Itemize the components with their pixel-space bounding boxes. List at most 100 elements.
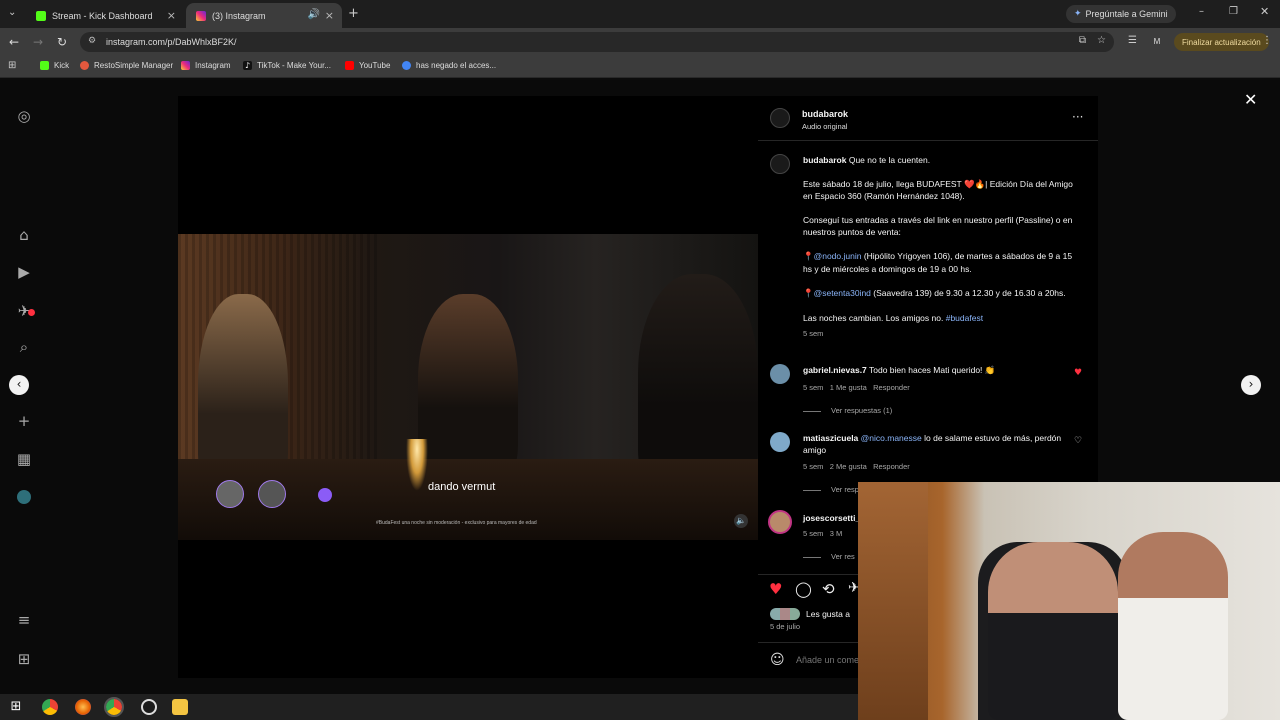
likes-summary[interactable]: Les gusta a [806, 608, 850, 620]
video-disclaimer: #BudaFest una noche sin moderación - exc… [376, 520, 537, 526]
comment-1: gabriel.nievas.7 Todo bien haces Mati qu… [803, 364, 1063, 376]
like-heart-icon[interactable]: ♥ [769, 580, 782, 598]
gemini-button[interactable]: ✦ Pregúntale a Gemini [1066, 5, 1176, 23]
comment-likes[interactable]: 2 Me gusta [830, 462, 867, 471]
bookmark-kick[interactable]: Kick [40, 61, 69, 70]
firefox-icon[interactable] [75, 699, 91, 715]
comment-avatar[interactable] [770, 364, 790, 384]
comment-text: Todo bien haces Mati querido! 👏 [869, 365, 996, 375]
obs-icon[interactable] [141, 699, 157, 715]
next-post-button[interactable]: › [1241, 375, 1261, 395]
view-replies-1[interactable]: Ver respuestas (1) [803, 406, 892, 415]
close-modal-icon[interactable]: ✕ [1244, 90, 1257, 109]
close-tab-icon[interactable]: × [325, 9, 334, 22]
install-app-icon[interactable]: ⧉ [1079, 35, 1086, 46]
windows-icon[interactable]: ⊞ [8, 699, 24, 715]
pin-icon: 📍 [803, 252, 814, 262]
view-replies-3[interactable]: Ver res [803, 552, 855, 561]
restore-icon[interactable]: ❐ [1229, 6, 1238, 17]
menu-icon[interactable]: ⋮ [1262, 35, 1272, 46]
chrome-profile-icon[interactable] [104, 697, 124, 717]
forward-icon[interactable]: → [33, 35, 43, 49]
dashboard-icon[interactable]: ▦ [15, 450, 33, 468]
caption-paragraph-2: Conseguí tus entradas a través del link … [803, 215, 1073, 237]
comment-like-icon[interactable]: ♥ [1074, 368, 1082, 378]
caption-closing: Las noches cambian. Los amigos no. [803, 313, 944, 323]
comment-mention[interactable]: @nico.manesse [861, 433, 922, 443]
create-icon[interactable]: + [15, 412, 33, 430]
emoji-icon[interactable]: ☺ [770, 652, 785, 668]
likers-avatars[interactable] [770, 608, 800, 620]
bookmarks-bar: ⊞ Kick RestoSimple Manager Instagram ♪ Ti… [0, 56, 1280, 78]
view-replies-label: Ver res [831, 552, 855, 561]
tab-instagram[interactable]: (3) Instagram 🔊 × [186, 3, 342, 28]
reply-button[interactable]: Responder [873, 383, 910, 392]
meta-apps-icon[interactable]: ⊞ [15, 650, 33, 668]
tab-kick-dashboard[interactable]: Stream - Kick Dashboard × [26, 3, 184, 28]
caption-paragraph-1: Este sábado 18 de julio, llega BUDAFEST … [803, 179, 1073, 201]
comment-icon[interactable]: ◯ [795, 580, 812, 598]
mention-nodo[interactable]: @nodo.junin [814, 251, 862, 261]
gemini-icon: ✦ [1074, 9, 1082, 19]
address-bar[interactable]: ⚙ instagram.com/p/DabWhlxBF2K/ ⧉ ☆ [80, 32, 1114, 52]
youtube-icon [345, 61, 354, 70]
folder-icon[interactable] [172, 699, 188, 715]
comment-like-icon[interactable]: ♡ [1074, 436, 1082, 446]
search-icon[interactable]: ⌕ [15, 338, 33, 356]
bookmark-star-icon[interactable]: ☆ [1097, 35, 1106, 46]
more-menu-icon[interactable]: ≡ [15, 611, 33, 629]
reload-icon[interactable]: ↻ [57, 35, 67, 49]
more-options-icon[interactable]: ··· [1072, 110, 1083, 124]
chrome-icon[interactable] [42, 699, 58, 715]
update-button[interactable]: Finalizar actualización [1174, 33, 1269, 51]
new-tab-icon[interactable]: + [348, 6, 359, 21]
hashtag-link[interactable]: #budafest [946, 313, 983, 323]
bookmark-tiktok[interactable]: ♪ TikTok - Make Your... [243, 61, 331, 70]
comment-username[interactable]: matiaszicuela [803, 433, 858, 443]
author-username[interactable]: budabarok [802, 109, 848, 119]
minimize-icon[interactable]: – [1199, 6, 1204, 17]
comment-likes[interactable]: 1 Me gusta [830, 383, 867, 392]
bookmark-label: Instagram [195, 61, 231, 70]
instagram-icon [181, 61, 190, 70]
view-replies-2[interactable]: Ver resp [803, 485, 859, 494]
caption-username[interactable]: budabarok [803, 155, 846, 165]
comment-likes[interactable]: 3 M [830, 529, 843, 538]
close-tab-icon[interactable]: × [167, 9, 176, 22]
close-window-icon[interactable]: ✕ [1260, 5, 1269, 18]
mute-icon[interactable]: 🔈 [734, 514, 748, 528]
profile-avatar[interactable]: M [1150, 35, 1164, 49]
bookmark-google[interactable]: has negado el acces... [402, 61, 496, 70]
post-media[interactable]: dando vermut #BudaFest una noche sin mod… [178, 96, 758, 678]
comment-avatar[interactable] [768, 510, 792, 534]
bookmark-instagram[interactable]: Instagram [181, 61, 231, 70]
repost-icon[interactable]: ⟲ [822, 580, 835, 598]
home-icon[interactable]: ⌂ [15, 226, 33, 244]
audio-playing-icon[interactable]: 🔊 [308, 9, 320, 20]
author-avatar[interactable] [770, 108, 790, 128]
video-frame[interactable]: dando vermut #BudaFest una noche sin mod… [178, 234, 758, 540]
apps-grid-icon[interactable]: ⊞ [8, 60, 16, 71]
comment-username[interactable]: gabriel.nievas.7 [803, 365, 867, 375]
audio-label[interactable]: Audio original [802, 122, 847, 131]
reply-button[interactable]: Responder [873, 462, 910, 471]
reading-list-icon[interactable]: ☰ [1128, 35, 1137, 46]
previous-post-button[interactable]: ‹ [9, 375, 29, 395]
bookmark-youtube[interactable]: YouTube [345, 61, 390, 70]
point-2-text: (Saavedra 139) de 9.30 a 12.30 y de 16.3… [873, 288, 1066, 298]
comment-username[interactable]: josescorsetti_ [803, 512, 860, 524]
instagram-logo-icon[interactable]: ◎ [15, 107, 33, 125]
webcam-overlay [858, 482, 1280, 720]
profile-avatar[interactable] [17, 490, 31, 504]
site-info-icon[interactable]: ⚙ [88, 36, 96, 46]
mention-setenta[interactable]: @setenta30ind [814, 288, 871, 298]
instagram-icon [196, 10, 206, 21]
caption-avatar[interactable] [770, 154, 790, 174]
bookmark-restosimple[interactable]: RestoSimple Manager [80, 61, 173, 70]
comment-avatar[interactable] [770, 432, 790, 452]
reels-icon[interactable]: ▶ [15, 263, 33, 281]
bookmark-label: has negado el acces... [416, 61, 497, 70]
tab-search-icon[interactable]: ⌄ [8, 7, 16, 18]
streamer-1 [988, 542, 1118, 720]
back-icon[interactable]: ← [9, 35, 19, 49]
